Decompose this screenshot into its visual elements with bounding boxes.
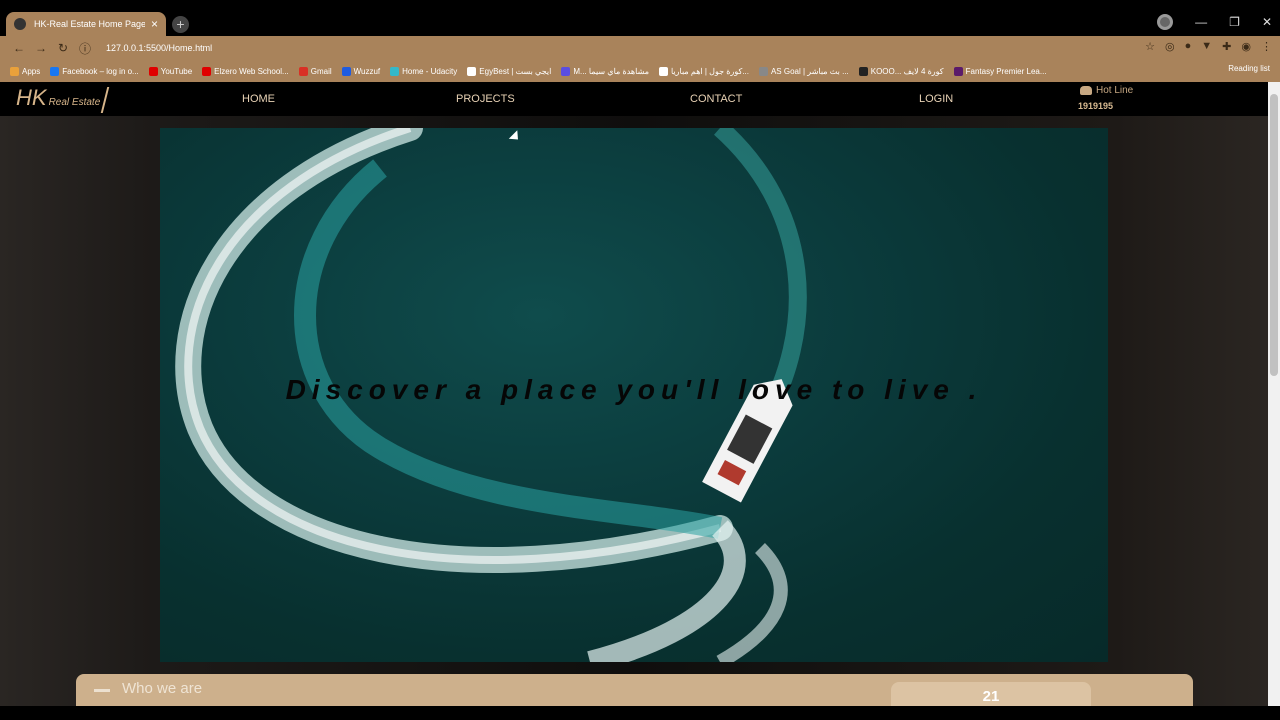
tab-close-button[interactable]: × — [151, 17, 158, 31]
new-tab-button[interactable]: + — [172, 16, 189, 33]
info-icon[interactable]: ⓘ — [74, 40, 96, 57]
scrollbar[interactable] — [1268, 82, 1280, 706]
bookmark-label: YouTube — [160, 66, 193, 76]
forward-icon[interactable]: → — [30, 41, 52, 55]
puzzle-icon[interactable]: ✚ — [1222, 40, 1231, 53]
extension-icon[interactable]: ◎ — [1165, 40, 1175, 53]
bookmark-item[interactable]: M... مشاهدة ماي سيما — [561, 66, 649, 76]
logo-hk: HK — [16, 85, 47, 110]
bookmark-favicon-icon — [390, 66, 400, 76]
nav-contact[interactable]: CONTACT — [690, 93, 742, 105]
bookmark-item[interactable]: Home - Udacity — [390, 66, 458, 76]
extension-icon[interactable]: ● — [1185, 40, 1192, 53]
hotline: Hot Line 1919195 — [1078, 85, 1134, 111]
bookmark-item[interactable]: Wuzzuf — [341, 66, 381, 76]
bookmark-label: M... مشاهدة ماي سيما — [573, 66, 649, 76]
reload-icon[interactable]: ↻ — [52, 41, 74, 55]
bookmarks-bar: Apps Facebook – log in o... YouTube Elzero … — [0, 60, 1280, 82]
bookmark-item[interactable]: Apps — [10, 66, 41, 76]
close-icon[interactable]: ✕ — [1262, 15, 1272, 29]
bookmark-label: Gmail — [310, 66, 332, 76]
bookmark-favicon-icon — [467, 66, 477, 76]
who-we-are-heading: Who we are — [122, 680, 203, 697]
nav-projects[interactable]: PROJECTS — [456, 93, 515, 105]
logo-subtitle: Real Estate — [48, 97, 101, 108]
nav-login[interactable]: LOGIN — [919, 93, 953, 105]
bookmark-favicon-icon — [298, 66, 308, 76]
bookmark-favicon-icon — [758, 66, 768, 76]
back-icon[interactable]: ← — [8, 41, 30, 55]
site-navbar: HK Real Estate HOME PROJECTS CONTACT LOGI… — [0, 82, 1268, 116]
url-field[interactable]: 127.0.0.1:5500/Home.html — [106, 43, 212, 53]
stat-badge: 21 — [891, 682, 1091, 706]
bookmark-label: Apps — [22, 66, 41, 76]
dash-icon — [94, 689, 110, 692]
address-bar: ← → ↻ ⓘ 127.0.0.1:5500/Home.html ☆ ◎ ● ▼… — [0, 36, 1280, 60]
browser-tabbar: HK-Real Estate Home Page × + — ❐ ✕ — [0, 0, 1280, 36]
hero-headline: Discover a place you'll love to live . — [285, 374, 983, 405]
hotline-number[interactable]: 1919195 — [1078, 101, 1133, 111]
bookmark-label: EgyBest | ايجي بست — [479, 66, 552, 76]
bookmark-favicon-icon — [953, 66, 963, 76]
bookmark-favicon-icon — [658, 66, 668, 76]
bookmark-item[interactable]: AS Goal | بث مباشر ... — [758, 66, 849, 76]
bookmark-favicon-icon — [561, 66, 571, 76]
scrollbar-thumb[interactable] — [1270, 94, 1278, 376]
menu-icon[interactable]: ⋮ — [1261, 40, 1272, 53]
browser-tab[interactable]: HK-Real Estate Home Page × — [6, 12, 166, 36]
bookmark-favicon-icon — [10, 66, 19, 76]
bookmark-label: Wuzzuf — [353, 66, 381, 76]
tab-title: HK-Real Estate Home Page — [34, 19, 145, 29]
maximize-icon[interactable]: ❐ — [1229, 15, 1240, 29]
phone-icon — [1080, 85, 1092, 95]
bookmark-label: Home - Udacity — [402, 66, 458, 76]
hero-image: Discover a place you'll love to live . — [160, 128, 1108, 662]
bookmark-item[interactable]: كورة جول | اهم مباريا... — [658, 66, 749, 76]
bookmark-label: KOOO... كورة 4 لايف — [870, 66, 944, 76]
globe-icon — [14, 18, 26, 30]
bookmark-item[interactable]: Fantasy Premier Lea... — [953, 66, 1047, 76]
bookmark-item[interactable]: KOOO... كورة 4 لايف — [858, 66, 944, 76]
extension-icon[interactable]: ▼ — [1201, 40, 1212, 53]
profile-icon[interactable] — [1157, 14, 1174, 30]
bookmark-label: AS Goal | بث مباشر ... — [770, 66, 849, 76]
hotline-label: Hot Line — [1096, 85, 1134, 96]
bookmark-item[interactable]: Elzero Web School... — [202, 66, 289, 76]
window-controls: — ❐ ✕ — [1157, 14, 1272, 30]
bookmark-label: Elzero Web School... — [214, 66, 289, 76]
bookmark-label: Fantasy Premier Lea... — [965, 66, 1047, 76]
star-icon[interactable]: ☆ — [1145, 40, 1155, 53]
address-bar-actions: ☆ ◎ ● ▼ ✚ ◉ ⋮ — [1145, 40, 1272, 53]
bookmark-favicon-icon — [202, 66, 212, 76]
bookmark-item[interactable]: Facebook – log in o... — [50, 66, 139, 76]
minimize-icon[interactable]: — — [1195, 15, 1207, 29]
bookmark-item[interactable]: YouTube — [148, 66, 193, 76]
avatar[interactable]: ◉ — [1241, 40, 1251, 53]
site-logo[interactable]: HK Real Estate — [16, 85, 110, 113]
bookmark-favicon-icon — [50, 66, 60, 76]
bookmark-label: Facebook – log in o... — [62, 66, 139, 76]
nav-home[interactable]: HOME — [242, 93, 275, 105]
bookmark-favicon-icon — [341, 66, 351, 76]
web-page: HK Real Estate HOME PROJECTS CONTACT LOGI… — [0, 82, 1268, 706]
bookmark-favicon-icon — [858, 66, 868, 76]
bookmark-item[interactable]: Gmail — [298, 66, 332, 76]
logo-slash — [100, 87, 110, 113]
who-we-are-section: Who we are 21 — [76, 674, 1193, 706]
reading-list-button[interactable]: Reading list — [1228, 64, 1270, 73]
bookmark-item[interactable]: EgyBest | ايجي بست — [467, 66, 552, 76]
bookmark-label: كورة جول | اهم مباريا... — [670, 66, 749, 76]
bookmark-favicon-icon — [148, 66, 158, 76]
